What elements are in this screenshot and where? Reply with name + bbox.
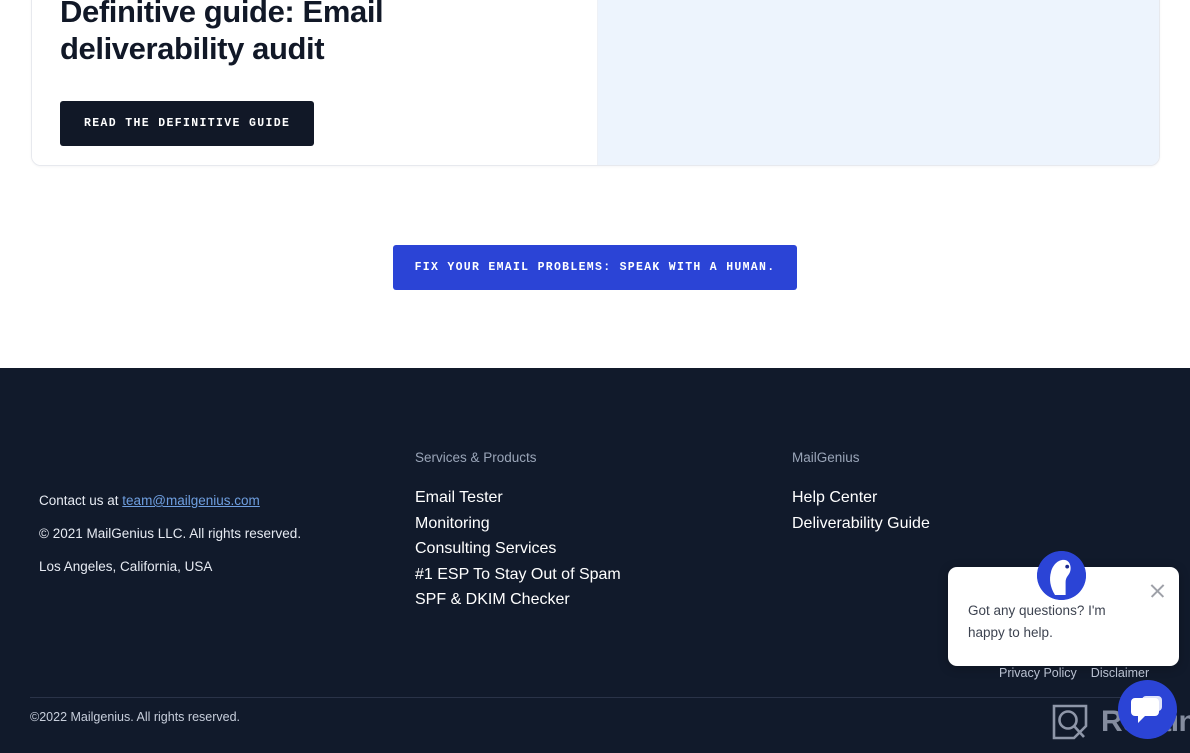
mailgenius-llama-avatar-icon [1037, 551, 1086, 600]
footer-services-column: Services & Products Email Tester Monitor… [415, 450, 621, 613]
footer-copyright-line: © 2021 MailGenius LLC. All rights reserv… [39, 526, 302, 541]
footer-address-line: Los Angeles, California, USA [39, 559, 213, 574]
footer-link-esp-stay-out-of-spam[interactable]: #1 ESP To Stay Out of Spam [415, 562, 621, 588]
footer-contact-column: Contact us at team@mailgenius.com © 2021… [39, 493, 389, 574]
page-title: Definitive guide: Email deliverability a… [60, 0, 384, 66]
definitive-guide-card-image-panel [597, 0, 1159, 165]
footer-bottom-copyright: ©2022 Mailgenius. All rights reserved. [30, 710, 241, 724]
close-icon[interactable] [1149, 582, 1166, 599]
chat-greeting-message: Got any questions? I'm happy to help. [968, 603, 1106, 640]
footer-mailgenius-heading: MailGenius [792, 450, 860, 465]
disclaimer-link[interactable]: Disclaimer [1091, 666, 1149, 680]
definitive-guide-card: Definitive guide: Email deliverability a… [31, 0, 1160, 166]
footer-divider [30, 697, 1160, 698]
contact-email-line: Contact us at team@mailgenius.com [39, 493, 389, 508]
legal-links: Privacy Policy Disclaimer [999, 666, 1149, 680]
footer-link-monitoring[interactable]: Monitoring [415, 511, 621, 537]
chat-bubbles-icon [1130, 696, 1162, 723]
footer-link-consulting-services[interactable]: Consulting Services [415, 536, 621, 562]
chat-launcher-button[interactable] [1118, 680, 1177, 739]
footer-link-deliverability-guide[interactable]: Deliverability Guide [792, 511, 930, 537]
cta-section: FIX YOUR EMAIL PROBLEMS: SPEAK WITH A HU… [0, 245, 1190, 290]
footer-link-help-center[interactable]: Help Center [792, 485, 930, 511]
definitive-guide-card-left: Definitive guide: Email deliverability a… [32, 0, 597, 165]
privacy-policy-link[interactable]: Privacy Policy [999, 666, 1077, 680]
read-definitive-guide-button[interactable]: READ THE DEFINITIVE GUIDE [60, 101, 315, 146]
contact-prefix-label: Contact us at [39, 493, 123, 508]
footer-link-spf-dkim-checker[interactable]: SPF & DKIM Checker [415, 587, 621, 613]
footer: Contact us at team@mailgenius.com © 2021… [0, 368, 1190, 753]
footer-services-heading: Services & Products [415, 450, 537, 465]
footer-link-email-tester[interactable]: Email Tester [415, 485, 621, 511]
speak-with-human-button[interactable]: FIX YOUR EMAIL PROBLEMS: SPEAK WITH A HU… [392, 245, 798, 290]
contact-email-link[interactable]: team@mailgenius.com [122, 493, 260, 508]
footer-mailgenius-column: MailGenius Help Center Deliverability Gu… [792, 450, 930, 536]
